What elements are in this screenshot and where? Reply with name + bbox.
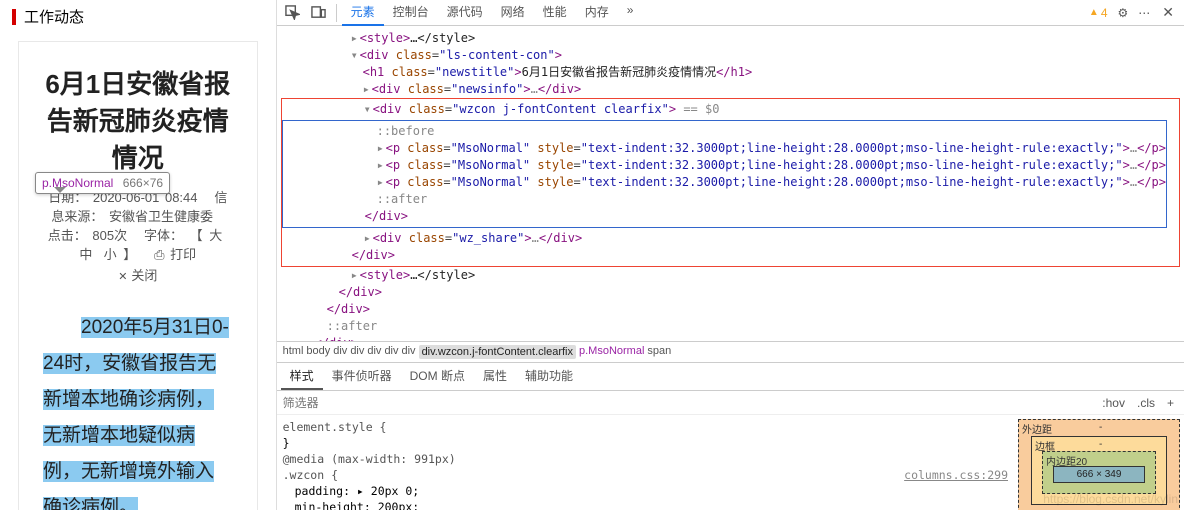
warning-count: 4 [1101, 6, 1108, 20]
inspect-icon[interactable] [281, 2, 305, 24]
filter-input[interactable] [281, 394, 481, 412]
devtools-pane: 元素 控制台 源代码 网络 性能 内存 » 4 ⚙ ⋯ ✕ ▸<style>…<… [277, 0, 1184, 510]
pseudo-before: ::before [377, 124, 435, 138]
tab-network[interactable]: 网络 [492, 0, 534, 26]
section-title-text: 工作动态 [24, 6, 84, 27]
print-icon[interactable]: ⎙ [154, 247, 170, 262]
crumb-selected[interactable]: div.wzcon.j-fontContent.clearfix [419, 345, 576, 359]
tab-memory[interactable]: 内存 [576, 0, 618, 26]
tab-styles[interactable]: 样式 [281, 363, 323, 390]
tab-sources[interactable]: 源代码 [438, 0, 492, 26]
filter-row: :hov .cls + [277, 391, 1184, 415]
tab-elements[interactable]: 元素 [342, 0, 384, 26]
source-value: 安徽省卫生健康委 [109, 209, 213, 224]
source-link[interactable]: columns.css:299 [904, 467, 1008, 483]
close-label: 关闭 [131, 268, 157, 283]
paragraph: 2020年5月31日0-24时，安徽省报告无新增本地确诊病例，无新增本地疑似病例… [43, 310, 233, 510]
tab-props[interactable]: 属性 [474, 363, 516, 390]
tab-dombp[interactable]: DOM 断点 [401, 363, 474, 390]
tab-listeners[interactable]: 事件侦听器 [323, 363, 401, 390]
red-bar [12, 9, 16, 25]
print-label[interactable]: 打印 [170, 247, 196, 262]
font-mid[interactable]: 中 [79, 247, 92, 262]
article-body: 2020年5月31日0-24时，安徽省报告无新增本地确诊病例，无新增本地疑似病例… [43, 310, 233, 510]
dom-tree[interactable]: ▸<style>…</style> ▾<div class="ls-conten… [277, 26, 1184, 341]
page-title: 6月1日安徽省报告新冠肺炎疫情情况 [43, 64, 233, 175]
gear-icon[interactable]: ⚙ [1114, 6, 1133, 20]
styles-pane: 样式 事件侦听器 DOM 断点 属性 辅助功能 :hov .cls + elem… [277, 362, 1184, 510]
warning-badge[interactable]: 4 [1089, 6, 1108, 20]
font-label: 字体： [144, 228, 183, 243]
styles-tabs: 样式 事件侦听器 DOM 断点 属性 辅助功能 [277, 363, 1184, 391]
tab-console[interactable]: 控制台 [384, 0, 438, 26]
node[interactable]: <style> [360, 31, 411, 45]
pseudo-after: ::after [377, 192, 428, 206]
tab-more[interactable]: » [618, 0, 643, 26]
font-small[interactable]: 小 [104, 247, 117, 262]
add-rule-button[interactable]: + [1161, 396, 1180, 410]
tab-a11y[interactable]: 辅助功能 [516, 363, 582, 390]
tab-performance[interactable]: 性能 [534, 0, 576, 26]
css-rules[interactable]: element.style { } @media (max-width: 991… [277, 415, 1014, 510]
breadcrumb[interactable]: htmlbodydivdivdivdivdiv div.wzcon.j-font… [277, 341, 1184, 362]
article-pane: 工作动态 6月1日安徽省报告新冠肺炎疫情情况 日期： 2020-06-01 08… [0, 0, 277, 510]
hits-value: 805次 [92, 228, 127, 243]
highlighted-text: 2020年5月31日0-24时，安徽省报告无新增本地确诊病例，无新增本地疑似病例… [43, 317, 229, 510]
article-meta: 日期： 2020-06-01 08:44 信息来源： 安徽省卫生健康委 点击： … [43, 187, 233, 263]
font-big[interactable]: 大 [209, 228, 222, 243]
kebab-icon[interactable]: ⋯ [1134, 6, 1154, 20]
hov-button[interactable]: :hov [1096, 396, 1131, 410]
section-heading: 工作动态 [2, 0, 274, 33]
divider [336, 4, 337, 22]
inspect-tooltip: p.MsoNormal 666×76 [35, 172, 170, 194]
cls-button[interactable]: .cls [1131, 396, 1161, 410]
hits-label: 点击： [48, 228, 87, 243]
box-content: 666 × 349 [1053, 466, 1145, 483]
close-icon[interactable]: ✕ [1156, 4, 1180, 21]
devtools-toolbar: 元素 控制台 源代码 网络 性能 内存 » 4 ⚙ ⋯ ✕ [277, 0, 1184, 26]
device-icon[interactable] [307, 2, 331, 24]
tooltip-dims: 666×76 [123, 176, 163, 190]
article-card: 6月1日安徽省报告新冠肺炎疫情情况 日期： 2020-06-01 08:44 信… [18, 41, 258, 510]
devtools-tabs: 元素 控制台 源代码 网络 性能 内存 » [342, 0, 643, 26]
close-link[interactable]: 关闭 [43, 265, 233, 284]
tooltip-selector: p.MsoNormal [42, 176, 113, 190]
watermark: https://blog.csdn.net/kylin [1043, 492, 1178, 506]
